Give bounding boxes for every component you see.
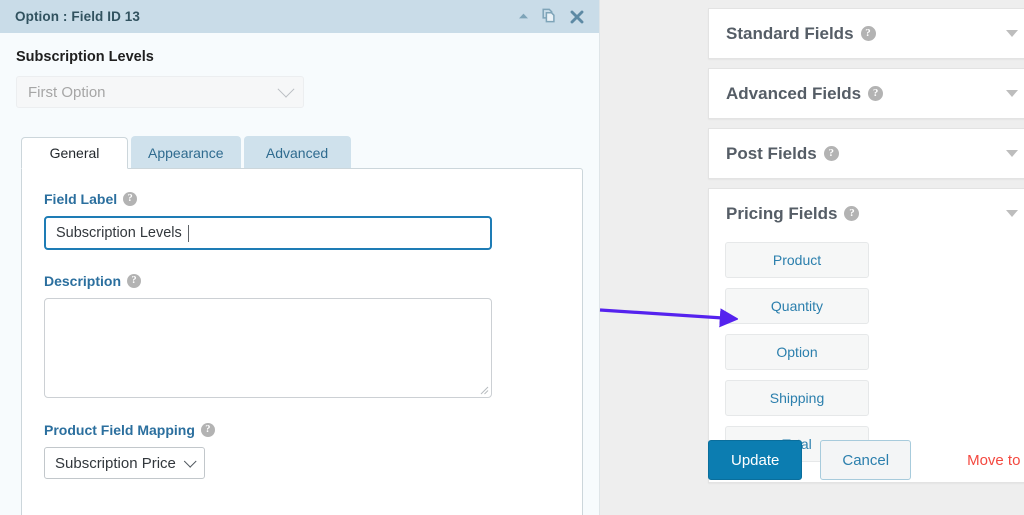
product-field-mapping-label-text: Product Field Mapping [44, 422, 195, 438]
field-group-header-standard-fields[interactable]: Standard Fields ? [709, 9, 1024, 58]
description-label-text: Description [44, 273, 121, 289]
field-button-quantity[interactable]: Quantity [725, 288, 869, 324]
field-group-standard-fields: Standard Fields ? [708, 8, 1024, 59]
field-group-header-post-fields[interactable]: Post Fields ? [709, 129, 1024, 178]
help-icon[interactable]: ? [201, 423, 215, 437]
panel-title: Option : Field ID 13 [15, 9, 517, 24]
field-preview-select-value: First Option [28, 84, 280, 101]
field-group-title: Standard Fields ? [726, 24, 1006, 44]
close-icon[interactable] [569, 9, 585, 25]
field-button-product[interactable]: Product [725, 242, 869, 278]
field-button-option[interactable]: Option [725, 334, 869, 370]
field-group-advanced-fields: Advanced Fields ? [708, 68, 1024, 119]
field-label-label: Field Label ? [44, 191, 560, 207]
field-group-title-text: Standard Fields [726, 24, 854, 44]
tab-advanced[interactable]: Advanced [244, 136, 351, 168]
field-preview-select[interactable]: First Option [16, 76, 304, 108]
form-actions: Update Cancel Move to Trash [708, 440, 1024, 480]
cancel-button[interactable]: Cancel [820, 440, 911, 480]
help-icon[interactable]: ? [824, 146, 839, 161]
update-button[interactable]: Update [708, 440, 802, 480]
field-label-input[interactable]: Subscription Levels [44, 216, 492, 250]
duplicate-icon[interactable] [541, 8, 558, 25]
collapse-icon[interactable] [517, 10, 530, 23]
product-field-mapping-value: Subscription Price [55, 455, 176, 472]
help-icon[interactable]: ? [123, 192, 137, 206]
chevron-down-icon [184, 455, 197, 468]
chevron-down-icon [1006, 30, 1018, 37]
help-icon[interactable]: ? [861, 26, 876, 41]
help-icon[interactable]: ? [844, 206, 859, 221]
panel-title-actions [517, 8, 585, 25]
description-label: Description ? [44, 273, 560, 289]
field-group-title: Post Fields ? [726, 144, 1006, 164]
field-button-shipping[interactable]: Shipping [725, 380, 869, 416]
field-group-title-text: Advanced Fields [726, 84, 861, 104]
tab-general[interactable]: General [21, 137, 128, 169]
description-textarea[interactable] [44, 298, 492, 398]
chevron-down-icon [278, 81, 295, 98]
chevron-down-icon [1006, 150, 1018, 157]
field-groups-sidebar: Standard Fields ? Advanced Fields ? Post… [708, 8, 1024, 492]
field-group-title-text: Post Fields [726, 144, 817, 164]
field-label-input-value: Subscription Levels [56, 225, 182, 241]
chevron-down-icon [1006, 210, 1018, 217]
resize-handle-icon[interactable] [480, 386, 489, 395]
field-group-header-pricing-fields[interactable]: Pricing Fields ? [709, 189, 1024, 238]
product-field-mapping-select[interactable]: Subscription Price [44, 447, 205, 479]
field-preview-label: Subscription Levels [0, 49, 599, 65]
field-group-title: Pricing Fields ? [726, 204, 1006, 224]
settings-tabs: General Appearance Advanced [21, 136, 599, 168]
field-group-pricing-fields: Pricing Fields ? Product Quantity Option… [708, 188, 1024, 483]
help-icon[interactable]: ? [127, 274, 141, 288]
text-caret [188, 225, 189, 242]
field-group-title: Advanced Fields ? [726, 84, 1006, 104]
tab-panel-general: Field Label ? Subscription Levels Descri… [21, 168, 583, 515]
help-icon[interactable]: ? [868, 86, 883, 101]
tab-appearance[interactable]: Appearance [131, 136, 241, 168]
field-settings-panel: Option : Field ID 13 Subscription Leve [0, 0, 600, 515]
field-group-title-text: Pricing Fields [726, 204, 837, 224]
field-group-header-advanced-fields[interactable]: Advanced Fields ? [709, 69, 1024, 118]
field-label-label-text: Field Label [44, 191, 117, 207]
product-field-mapping-label: Product Field Mapping ? [44, 422, 560, 438]
field-group-post-fields: Post Fields ? [708, 128, 1024, 179]
panel-titlebar: Option : Field ID 13 [0, 0, 599, 33]
chevron-down-icon [1006, 90, 1018, 97]
panel-body: Subscription Levels First Option General… [0, 33, 599, 515]
move-to-trash-link[interactable]: Move to Trash [967, 452, 1024, 469]
